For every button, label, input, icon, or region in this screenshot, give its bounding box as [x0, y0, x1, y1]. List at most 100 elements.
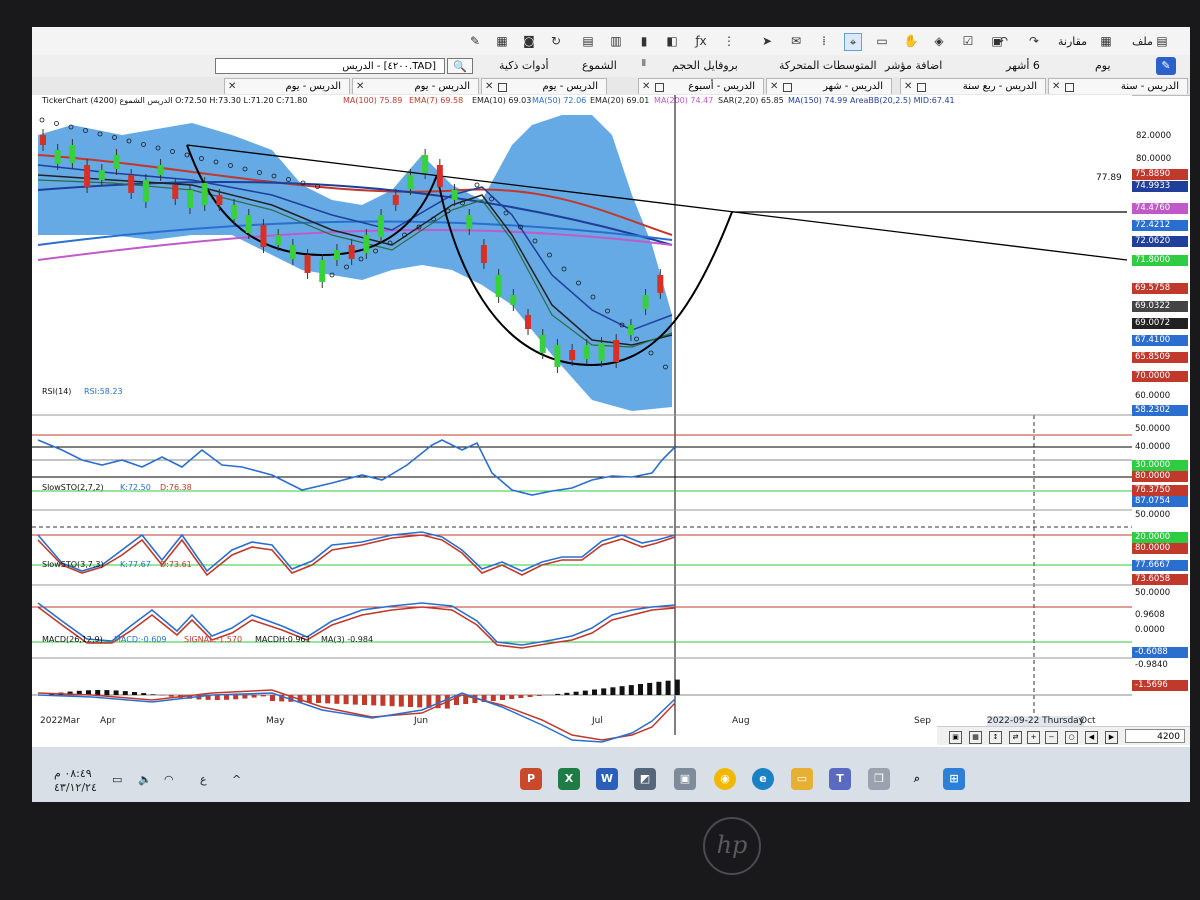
tab-day-3[interactable]: ✕ الدريس - يوم: [481, 78, 607, 94]
ma100-label: MA(100) 75.89: [343, 96, 403, 105]
restore-icon[interactable]: [917, 83, 926, 92]
scale-icon[interactable]: ↕: [989, 731, 1002, 744]
battery-icon[interactable]: ▭: [112, 773, 122, 786]
language-indicator[interactable]: ع: [200, 773, 207, 786]
smart-tools-button[interactable]: أدوات ذكية: [499, 59, 549, 72]
start-icon[interactable]: ⊞: [943, 768, 965, 790]
macd-bar: [408, 695, 413, 707]
candles-count-input[interactable]: 4200: [1125, 729, 1185, 743]
hand-icon[interactable]: ✋: [903, 33, 919, 49]
macd-bar: [592, 689, 597, 695]
period-day-button[interactable]: يوم: [1095, 59, 1111, 72]
clock-date[interactable]: ٤٣/١٢/٢٤: [54, 781, 97, 794]
mail-icon[interactable]: ✉: [788, 33, 804, 49]
indicator-axis-tag: 76.3750: [1132, 485, 1188, 496]
moving-averages-button[interactable]: المتوسطات المتحركة: [779, 59, 877, 72]
lines-icon[interactable]: ⋮: [721, 33, 737, 49]
scroll-icon[interactable]: ⇄: [1009, 731, 1022, 744]
chevron-up-icon[interactable]: ^: [232, 773, 241, 786]
macd-bar: [500, 695, 505, 700]
columns-icon[interactable]: ▥: [608, 33, 624, 49]
tab-year[interactable]: ✕ الدريس - سنة: [1048, 78, 1188, 94]
file-explorer-icon[interactable]: ▭: [791, 768, 813, 790]
tab-quarter[interactable]: ✕ الدريس - ربع سنة: [900, 78, 1046, 94]
restore-icon[interactable]: [655, 83, 664, 92]
tickerchart-icon[interactable]: ◩: [634, 768, 656, 790]
tab-week[interactable]: ✕ الدريس - أسبوع: [638, 78, 764, 94]
teams-icon[interactable]: T: [829, 768, 851, 790]
restore-icon[interactable]: [1065, 83, 1074, 92]
candles-button[interactable]: الشموع: [582, 59, 617, 72]
eraser-icon[interactable]: ◧: [664, 33, 680, 49]
grid-icon[interactable]: ▦: [494, 33, 510, 49]
restore-icon[interactable]: [783, 83, 792, 92]
compare-icon[interactable]: ▦: [1098, 33, 1114, 49]
close-icon[interactable]: ✕: [485, 79, 493, 95]
close-icon[interactable]: ✕: [356, 79, 364, 95]
ema10-label: EMA(10) 69.03: [472, 96, 532, 105]
back-icon[interactable]: ◀: [1085, 731, 1098, 744]
clock-time[interactable]: ٠٨:٤٩ م: [54, 767, 92, 780]
undo-icon[interactable]: ↶: [995, 33, 1011, 49]
restore-icon[interactable]: [498, 83, 507, 92]
search-icon[interactable]: 🔍: [447, 58, 473, 74]
macd-histogram: [49, 679, 680, 709]
chart-area[interactable]: [32, 95, 1190, 747]
zoom-reset-icon[interactable]: ○: [1065, 731, 1078, 744]
candles-icon: ⫴: [642, 59, 646, 69]
period-6m-button[interactable]: 6 أشهر: [1006, 59, 1040, 72]
candle-body: [69, 145, 76, 163]
excel-icon[interactable]: X: [558, 768, 580, 790]
tab-day-2[interactable]: ✕ الدريس - يوم: [352, 78, 479, 94]
file-icon[interactable]: ▤: [1154, 33, 1170, 49]
macd-bar: [104, 690, 110, 695]
ma50-label: MA(50) 72.06: [532, 96, 587, 105]
close-icon[interactable]: ✕: [642, 79, 650, 95]
ema20-label: EMA(20) 69.01: [590, 96, 650, 105]
function-icon[interactable]: ƒx: [693, 33, 709, 49]
store-icon[interactable]: ▣: [674, 768, 696, 790]
cursor-icon[interactable]: ➤: [759, 33, 775, 49]
refresh-icon[interactable]: ↻: [548, 33, 564, 49]
close-icon[interactable]: ✕: [904, 79, 912, 95]
wifi-icon[interactable]: ◠: [164, 773, 174, 786]
zoom-out-icon[interactable]: −: [1045, 731, 1058, 744]
zoom-in-icon[interactable]: +: [1027, 731, 1040, 744]
camera-icon[interactable]: ◙: [521, 33, 537, 49]
task-view-icon[interactable]: ❐: [868, 768, 890, 790]
bar-chart-icon[interactable]: ▮: [636, 33, 652, 49]
close-icon[interactable]: ✕: [228, 79, 236, 95]
edge-icon[interactable]: e: [752, 768, 774, 790]
word-icon[interactable]: W: [596, 768, 618, 790]
file-menu[interactable]: ملف: [1132, 35, 1153, 48]
close-icon[interactable]: ✕: [1052, 79, 1060, 95]
chart-layout-icon[interactable]: ▦: [969, 731, 982, 744]
price-tag: 69.5758: [1132, 283, 1188, 294]
close-icon[interactable]: ✕: [770, 79, 778, 95]
table-icon[interactable]: ▤: [580, 33, 596, 49]
alert-icon[interactable]: ◈: [931, 33, 947, 49]
redo-icon[interactable]: ↷: [1026, 33, 1042, 49]
draw-pen-icon[interactable]: ✎: [1156, 57, 1176, 75]
ruler-icon[interactable]: ▭: [874, 33, 890, 49]
chrome-icon[interactable]: ◉: [714, 768, 736, 790]
compare-menu[interactable]: مقارنة: [1058, 35, 1087, 48]
add-indicator-button[interactable]: اضافة مؤشر: [885, 59, 942, 72]
volume-icon[interactable]: 🔈: [138, 773, 152, 786]
rsi-value: RSI:58.23: [84, 387, 123, 396]
symbol-input[interactable]: [TAD.٤٢٠٠] - الدريس: [215, 58, 445, 74]
chart-type-icon[interactable]: ▣: [949, 731, 962, 744]
candle-body: [172, 185, 179, 199]
check-box-icon[interactable]: ☑: [960, 33, 976, 49]
forward-icon[interactable]: ▶: [1105, 731, 1118, 744]
search-icon[interactable]: ⌕: [906, 768, 928, 790]
pen-icon[interactable]: ✎: [467, 33, 483, 49]
volume-profile-button[interactable]: بروفايل الحجم: [672, 59, 738, 72]
crosshair-icon[interactable]: ⌖: [844, 33, 862, 51]
powerpoint-icon[interactable]: P: [520, 768, 542, 790]
dots-grid-icon[interactable]: ⁞: [816, 33, 832, 49]
macd-bar: [582, 690, 588, 695]
tab-label: الدريس - يوم: [542, 81, 598, 92]
tab-day-1[interactable]: ✕ الدريس - يوم: [224, 78, 350, 94]
tab-month[interactable]: ✕ الدريس - شهر: [766, 78, 892, 94]
